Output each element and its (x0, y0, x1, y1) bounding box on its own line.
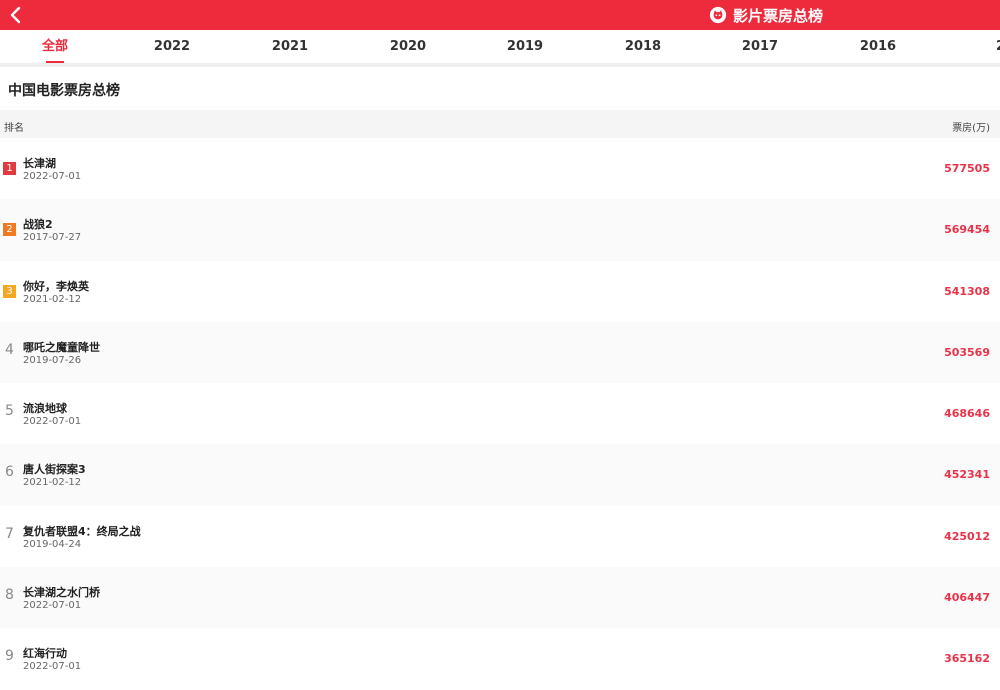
movie-title: 你好，李焕英 (23, 279, 89, 293)
rank-badge: 3 (3, 284, 16, 298)
rank-number: 4 (5, 341, 14, 358)
table-row[interactable]: 3 你好，李焕英 2021-02-12 541308 (0, 261, 1000, 322)
tab-2021[interactable]: 2021 (272, 30, 308, 63)
rank-number: 5 (5, 403, 14, 420)
table-row[interactable]: 7 复仇者联盟4：终局之战 2019-04-24 425012 (0, 506, 1000, 567)
movie-title: 复仇者联盟4：终局之战 (23, 524, 141, 538)
rank-badge: 1 (3, 162, 16, 175)
release-date: 2022-07-01 (23, 416, 82, 428)
table-row[interactable]: 1 长津湖 2022-07-01 577505 (0, 138, 1000, 199)
table-header: 排名 票房(万) (0, 110, 1000, 138)
top-app-bar: 影片票房总榜 (0, 0, 1000, 30)
back-button[interactable] (4, 3, 28, 27)
release-date: 2022-07-01 (23, 171, 82, 182)
box-office-value: 425012 (944, 529, 990, 543)
year-tab-bar: 全部 2022 2021 2020 2019 2018 2017 2016 20… (0, 30, 1000, 63)
box-office-value: 541308 (944, 284, 990, 298)
tab-2019[interactable]: 2019 (507, 30, 543, 63)
rank-column-header: 排名 (4, 123, 24, 134)
box-office-value: 452341 (944, 468, 990, 482)
ranking-list: 1 长津湖 2022-07-01 577505 2 战狼2 2017-07-27… (0, 138, 1000, 690)
page-title: 影片票房总榜 (733, 6, 824, 25)
rank-number: 8 (5, 587, 14, 604)
release-date: 2019-04-24 (23, 538, 82, 550)
tab-2020[interactable]: 2020 (390, 30, 426, 63)
release-date: 2021-02-12 (23, 477, 82, 489)
box-office-value: 569454 (944, 223, 990, 237)
release-date: 2017-07-27 (23, 232, 82, 244)
cat-logo-icon (709, 6, 727, 24)
tab-2015-partial[interactable]: 201 (996, 30, 1000, 63)
tab-2017[interactable]: 2017 (742, 30, 778, 63)
movie-title: 红海行动 (23, 647, 67, 661)
rank-number: 9 (5, 648, 14, 665)
movie-title: 长津湖 (23, 157, 56, 170)
release-date: 2022-07-01 (23, 661, 82, 673)
movie-title: 流浪地球 (23, 402, 67, 416)
tab-2018[interactable]: 2018 (625, 30, 661, 63)
box-office-value: 503569 (944, 345, 990, 359)
tab-2022[interactable]: 2022 (154, 30, 190, 63)
movie-title: 战狼2 (23, 218, 53, 232)
release-date: 2019-07-26 (23, 354, 82, 366)
table-row[interactable]: 6 唐人街探案3 2021-02-12 452341 (0, 444, 1000, 506)
movie-title: 唐人街探案3 (23, 463, 86, 477)
tab-all[interactable]: 全部 (42, 30, 68, 63)
box-office-value: 468646 (944, 407, 990, 421)
box-office-column-header: 票房(万) (952, 123, 990, 134)
tab-2016[interactable]: 2016 (860, 30, 896, 63)
rank-number: 6 (5, 464, 14, 481)
table-row[interactable]: 4 哪吒之魔童降世 2019-07-26 503569 (0, 321, 1000, 384)
box-office-value: 577505 (944, 162, 990, 175)
section-title: 中国电影票房总榜 (8, 83, 120, 99)
table-row[interactable]: 8 长津湖之水门桥 2022-07-01 406447 (0, 567, 1000, 629)
table-row[interactable]: 9 红海行动 2022-07-01 365162 (0, 628, 1000, 689)
release-date: 2021-02-12 (23, 293, 82, 305)
rank-badge: 2 (3, 223, 16, 237)
movie-title: 哪吒之魔童降世 (23, 340, 100, 354)
box-office-value: 406447 (944, 591, 990, 605)
box-office-value: 365162 (944, 652, 990, 666)
chevron-left-icon[interactable] (4, 3, 28, 27)
release-date: 2022-07-01 (23, 600, 82, 612)
table-row[interactable]: 2 战狼2 2017-07-27 569454 (0, 199, 1000, 261)
table-row[interactable]: 5 流浪地球 2022-07-01 468646 (0, 383, 1000, 444)
divider (0, 63, 1000, 67)
rank-number: 7 (5, 525, 14, 542)
header-brand: 影片票房总榜 (709, 3, 823, 27)
movie-title: 长津湖之水门桥 (23, 586, 100, 600)
